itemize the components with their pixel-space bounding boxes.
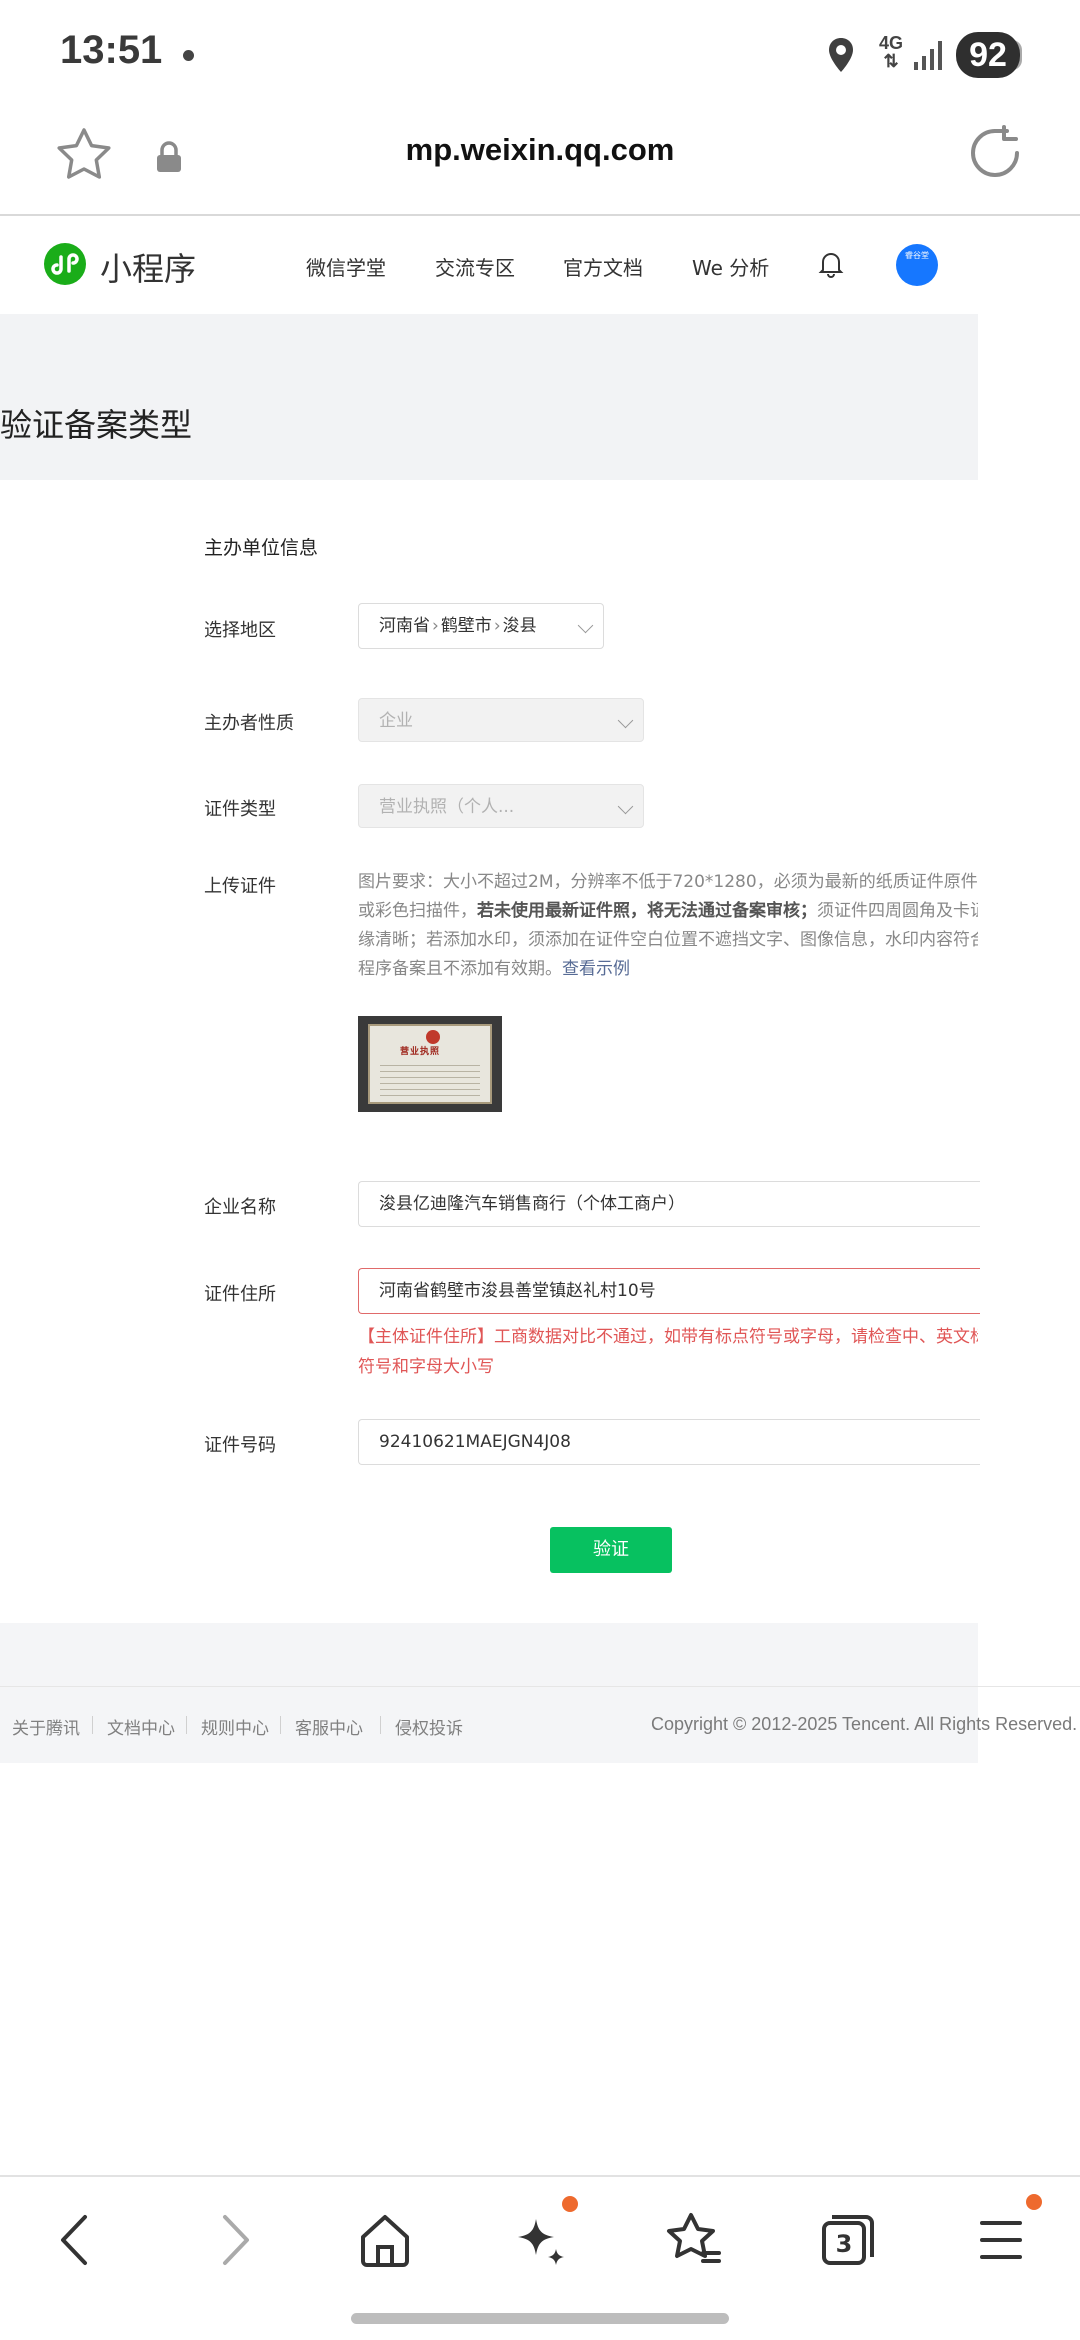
footer-separator bbox=[280, 1716, 281, 1734]
site-brand[interactable]: 小程序 bbox=[100, 244, 196, 290]
tabs-icon[interactable]: 3 bbox=[808, 2205, 888, 2275]
avatar[interactable]: 睿谷堂 bbox=[896, 244, 938, 286]
section-title: 主办单位信息 bbox=[204, 537, 319, 559]
company-name-input[interactable]: 浚县亿迪隆汽车销售商行（个体工商户） bbox=[358, 1181, 980, 1227]
region-select[interactable]: 河南省 › 鹤壁市 › 浚县 bbox=[358, 603, 604, 649]
address-label: 证件住所 bbox=[204, 1284, 276, 1305]
ai-sparkle-icon[interactable] bbox=[500, 2205, 580, 2275]
forward-icon[interactable] bbox=[195, 2205, 275, 2275]
address-bar-divider bbox=[0, 214, 1080, 216]
title-band bbox=[0, 314, 978, 480]
province-value: 河南省 bbox=[379, 616, 430, 636]
chevron-down-icon bbox=[617, 712, 634, 729]
bookmarks-icon[interactable] bbox=[655, 2205, 735, 2275]
signal-icon bbox=[912, 38, 946, 76]
home-indicator[interactable] bbox=[351, 2313, 729, 2324]
certificate-title: 营业执照 bbox=[400, 1047, 441, 1057]
company-name-value: 浚县亿迪隆汽车销售商行（个体工商户） bbox=[379, 1194, 685, 1214]
home-icon[interactable] bbox=[345, 2205, 425, 2275]
footer-link-rules[interactable]: 规则中心 bbox=[201, 1714, 269, 1739]
tabs-count: 3 bbox=[836, 2230, 853, 2258]
address-input[interactable]: 河南省鹤壁市浚县善堂镇赵礼村10号 bbox=[358, 1268, 980, 1314]
county-value: 浚县 bbox=[502, 616, 537, 636]
miniprogram-logo-icon[interactable] bbox=[44, 243, 86, 285]
footer bbox=[0, 1623, 978, 1763]
toolbar-divider bbox=[0, 2175, 1080, 2177]
address-value: 河南省鹤壁市浚县善堂镇赵礼村10号 bbox=[379, 1281, 656, 1301]
chevron-down-icon bbox=[617, 798, 634, 815]
nav-we-analytics[interactable]: We 分析 bbox=[692, 252, 769, 281]
upload-hint: 图片要求：大小不超过2M，分辨率不低于720*1280，必须为最新的纸质证件原件… bbox=[358, 872, 978, 979]
copyright: Copyright © 2012-2025 Tencent. All Right… bbox=[651, 1714, 1078, 1734]
footer-separator bbox=[380, 1716, 381, 1734]
sparkle-badge bbox=[562, 2196, 578, 2212]
certificate-image: 营业执照 bbox=[368, 1024, 492, 1104]
url-bar[interactable]: mp.weixin.qq.com bbox=[0, 132, 1080, 168]
chevron-down-icon bbox=[577, 617, 594, 634]
back-icon[interactable] bbox=[35, 2205, 115, 2275]
cert-type-value: 营业执照（个人... bbox=[379, 797, 515, 817]
cert-number-input[interactable]: 92410621MAEJGN4J08 bbox=[358, 1419, 980, 1465]
battery-icon: 92 bbox=[956, 32, 1020, 78]
nav-community[interactable]: 交流专区 bbox=[435, 252, 515, 281]
notification-dot bbox=[183, 50, 194, 61]
footer-separator bbox=[92, 1716, 93, 1734]
upload-label: 上传证件 bbox=[204, 876, 276, 897]
address-error-message: 【主体证件住所】工商数据对比不通过，如带有标点符号或字母，请检查中、英文标 符号… bbox=[358, 1327, 978, 1377]
network-type: 4G ⇅ bbox=[878, 33, 903, 71]
cert-number-value: 92410621MAEJGN4J08 bbox=[379, 1432, 571, 1452]
cert-type-select[interactable]: 营业执照（个人... bbox=[358, 784, 644, 828]
region-label: 选择地区 bbox=[204, 620, 276, 641]
footer-link-support[interactable]: 客服中心 bbox=[295, 1714, 363, 1739]
city-value: 鹤壁市 bbox=[440, 616, 492, 636]
company-name-label: 企业名称 bbox=[204, 1197, 276, 1218]
footer-separator bbox=[186, 1716, 187, 1734]
verify-button[interactable]: 验证 bbox=[550, 1527, 672, 1573]
certificate-thumbnail[interactable]: 营业执照 bbox=[358, 1016, 502, 1112]
cert-type-label: 证件类型 bbox=[204, 799, 276, 820]
location-icon bbox=[826, 36, 856, 78]
chevron-right-icon: › bbox=[493, 616, 501, 636]
cert-number-label: 证件号码 bbox=[204, 1435, 276, 1456]
footer-link-docs[interactable]: 文档中心 bbox=[107, 1714, 175, 1739]
footer-link-infringement[interactable]: 侵权投诉 bbox=[395, 1714, 463, 1739]
reload-icon[interactable] bbox=[966, 124, 1024, 186]
chevron-right-icon: › bbox=[432, 616, 439, 636]
view-example-link[interactable]: 查看示例 bbox=[562, 959, 630, 979]
nature-label: 主办者性质 bbox=[204, 713, 294, 734]
footer-link-about[interactable]: 关于腾讯 bbox=[12, 1714, 80, 1739]
nature-value: 企业 bbox=[379, 711, 413, 731]
menu-badge bbox=[1026, 2194, 1042, 2210]
nav-wechat-academy[interactable]: 微信学堂 bbox=[306, 252, 386, 281]
footer-divider bbox=[0, 1686, 1080, 1687]
nature-select[interactable]: 企业 bbox=[358, 698, 644, 742]
status-time: 13:51 bbox=[60, 28, 163, 72]
nav-official-docs[interactable]: 官方文档 bbox=[563, 252, 643, 281]
certificate-text-lines bbox=[380, 1060, 480, 1096]
seal-icon bbox=[426, 1030, 440, 1044]
page-title: 验证备案类型 bbox=[0, 406, 193, 444]
menu-icon[interactable] bbox=[962, 2205, 1042, 2275]
bell-icon[interactable] bbox=[818, 250, 844, 282]
